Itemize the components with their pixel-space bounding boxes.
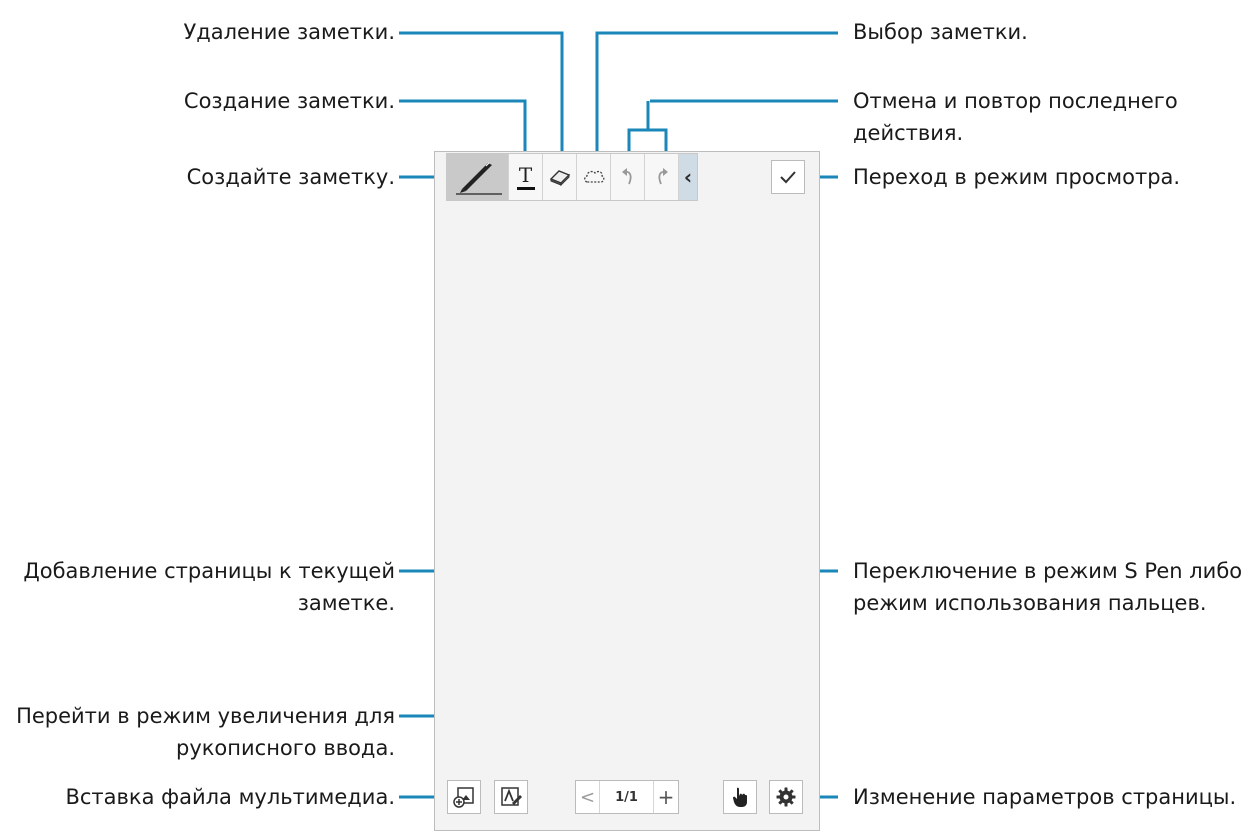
text-icon: T (516, 162, 535, 190)
page-settings-button[interactable] (769, 780, 803, 814)
insert-media-button[interactable] (447, 780, 481, 814)
hand-icon (733, 787, 747, 807)
label-zoom-line2: рукописного ввода. (175, 736, 395, 760)
prev-page-button[interactable]: < (576, 781, 600, 813)
text-tool-button[interactable]: T (509, 154, 543, 200)
label-page-settings: Изменение параметров страницы. (853, 785, 1237, 809)
pen-tool-button[interactable] (447, 154, 509, 200)
label-pen-mode-line1: Переключение в режим S Pen либо (853, 559, 1243, 583)
undo-icon (621, 168, 632, 185)
undo-button[interactable] (611, 154, 645, 200)
collapse-toolbar-button[interactable]: ‹ (679, 154, 697, 200)
label-insert-media: Вставка файла мультимедиа. (65, 785, 395, 809)
label-create-note-text: Создание заметки. (183, 89, 395, 113)
lasso-icon (583, 170, 604, 183)
label-undo-redo-line1: Отмена и повтор последнего (853, 89, 1178, 113)
label-undo-redo-line2: действия. (853, 121, 964, 145)
zoom-pad-button[interactable] (494, 780, 528, 814)
check-icon (780, 171, 796, 184)
eraser-icon (549, 170, 570, 186)
view-mode-button[interactable] (771, 160, 805, 194)
note-toolbar: T ‹ (446, 153, 698, 201)
label-add-page-line2: заметке. (297, 591, 395, 615)
redo-icon (657, 168, 668, 185)
label-pen-mode-line2: режим использования пальцев. (853, 591, 1207, 615)
input-mode-toggle-button[interactable] (723, 780, 757, 814)
eraser-tool-button[interactable] (543, 154, 577, 200)
pen-icon (455, 162, 502, 195)
lasso-tool-button[interactable] (577, 154, 611, 200)
label-view-mode: Переход в режим просмотра. (853, 165, 1181, 189)
label-delete-note: Удаление заметки. (183, 20, 395, 44)
gear-icon (776, 787, 796, 807)
text-icon-glyph: T (518, 162, 533, 187)
add-page-button[interactable]: + (654, 781, 678, 813)
note-canvas[interactable] (434, 151, 820, 831)
label-select-note: Выбор заметки. (853, 20, 1028, 44)
insert-media-icon (453, 787, 474, 808)
collapse-icon: ‹ (683, 165, 693, 189)
label-add-page-line1: Добавление страницы к текущей (23, 559, 395, 583)
label-zoom-line1: Перейти в режим увеличения для (16, 704, 395, 728)
redo-button[interactable] (645, 154, 679, 200)
zoom-pen-icon (501, 787, 522, 806)
page-navigator: < 1/1 + (575, 780, 679, 814)
page-indicator: 1/1 (600, 781, 654, 813)
label-create-note: Создайте заметку. (186, 165, 395, 189)
